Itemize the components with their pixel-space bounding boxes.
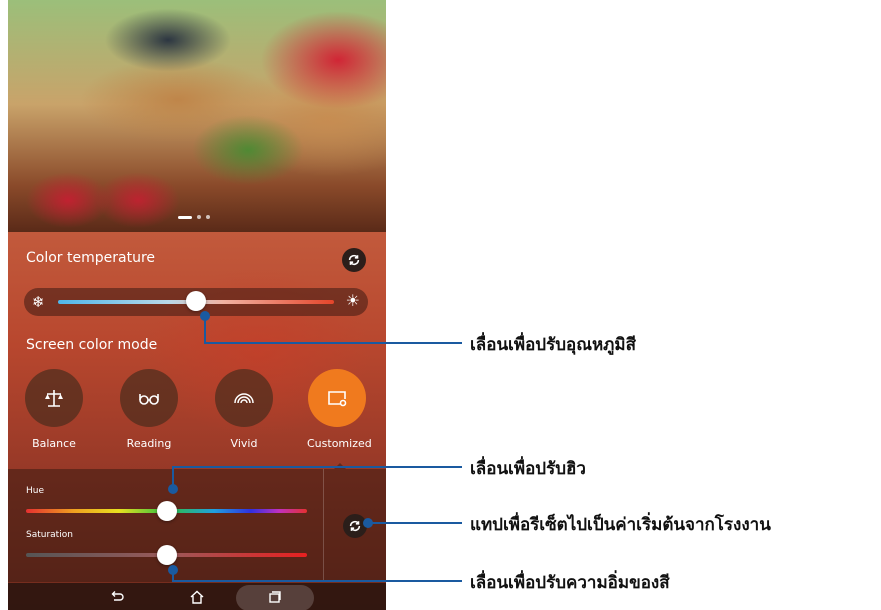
mode-reading-circle: [120, 369, 178, 427]
home-icon: [190, 590, 204, 604]
scale-icon: [45, 390, 63, 407]
sun-icon: ☀: [345, 291, 360, 310]
callout-hue: เลื่อนเพื่อปรับฮิว: [470, 459, 586, 479]
saturation-label: Saturation: [26, 530, 73, 540]
mode-label: Reading: [126, 437, 172, 450]
screen-color-mode-title: Screen color mode: [26, 337, 158, 353]
mode-vivid[interactable]: Vivid: [214, 369, 274, 450]
mode-balance[interactable]: Balance: [24, 369, 84, 450]
mode-label: Balance: [32, 437, 76, 450]
recent-apps-icon: [269, 591, 281, 603]
mode-label: Vivid: [230, 437, 258, 450]
color-temperature-slider[interactable]: ❄ ☀: [24, 288, 368, 316]
navigation-bar: [8, 583, 386, 610]
mode-reading[interactable]: Reading: [119, 369, 179, 450]
mode-customized-circle: [308, 369, 366, 427]
page-dot-active: [178, 215, 192, 219]
glasses-icon: [139, 394, 159, 405]
home-button[interactable]: [186, 586, 208, 608]
color-temperature-reset-button[interactable]: [342, 248, 366, 272]
splendid-panel: Color temperature ❄ ☀ Screen color mode: [8, 232, 386, 610]
callout-temperature: เลื่อนเพื่อปรับอุณหภูมิสี: [470, 335, 636, 355]
saturation-thumb[interactable]: [156, 545, 177, 565]
mode-vivid-circle: [215, 369, 273, 427]
page-dot: [206, 215, 210, 219]
callout-saturation: เลื่อนเพื่อปรับความอิ่มของสี: [470, 573, 670, 593]
divider: [323, 469, 324, 582]
mode-customized[interactable]: Customized: [307, 369, 372, 450]
hue-label: Hue: [26, 486, 45, 496]
reset-icon: [348, 254, 360, 266]
reset-icon: [349, 520, 361, 532]
recent-apps-button[interactable]: [264, 586, 286, 608]
temperature-thumb[interactable]: [186, 291, 206, 311]
customize-icon: [328, 391, 347, 407]
phone-screen: Color temperature ❄ ☀ Screen color mode: [8, 0, 386, 610]
snowflake-icon: ❄: [32, 293, 45, 311]
back-button[interactable]: [106, 586, 128, 608]
hue-thumb[interactable]: [156, 501, 177, 521]
rainbow-icon: [234, 393, 254, 404]
color-temperature-title: Color temperature: [26, 250, 156, 266]
mode-balance-circle: [25, 369, 83, 427]
page-indicator: [178, 215, 210, 219]
mode-label: Customized: [307, 437, 372, 450]
custom-reset-button[interactable]: [343, 514, 367, 538]
custom-adjust-panel: Hue Saturation: [8, 469, 386, 582]
page-dot: [197, 215, 201, 219]
fruit-preview-image: [8, 0, 386, 232]
back-icon: [111, 591, 124, 601]
callout-reset: แทปเพื่อรีเซ็ตไปเป็นค่าเริ่มต้นจากโรงงาน: [470, 515, 771, 535]
